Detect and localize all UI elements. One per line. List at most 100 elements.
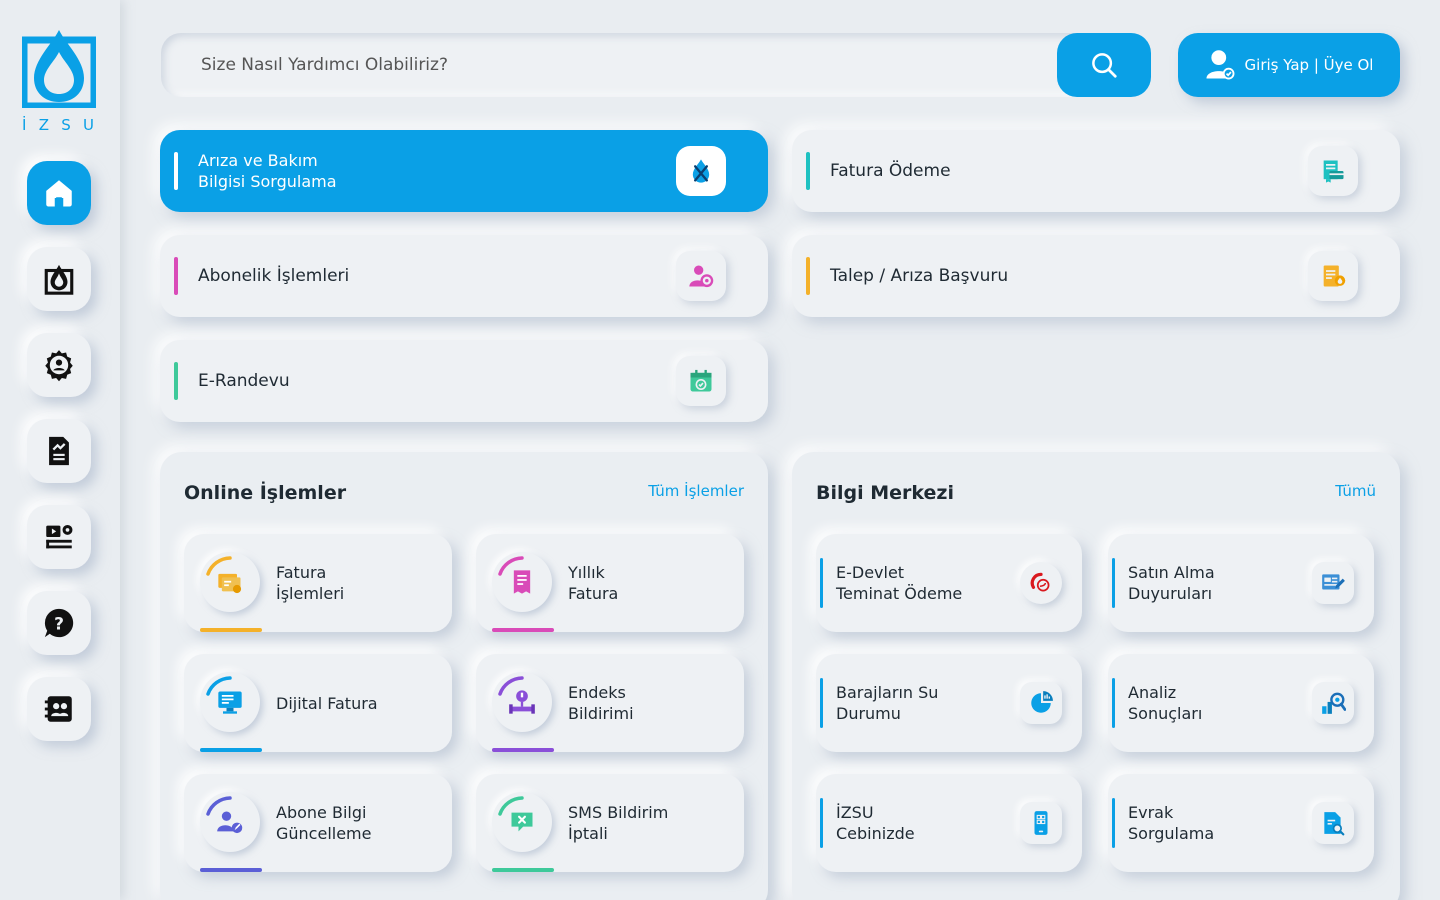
online-tile-subscriber-update[interactable]: Abone Bilgi Güncelleme: [184, 774, 452, 872]
tile-label: Evrak Sorgulama: [1128, 803, 1215, 843]
tile-accent-bar: [820, 798, 823, 848]
tile-label: İZSU Cebinizde: [836, 803, 915, 843]
info-tile-document-query[interactable]: Evrak Sorgulama: [1108, 774, 1374, 872]
tile-accent-bar: [1112, 678, 1115, 728]
quick-subscription[interactable]: Abonelik İşlemleri: [160, 235, 768, 317]
user-icon: [1205, 50, 1234, 80]
search-bar: [161, 33, 1151, 97]
card-accent-bar: [174, 152, 178, 190]
tile-icon-circle: [200, 792, 260, 852]
tile-icon-circle: [492, 552, 552, 612]
mobile-app-icon: [1034, 811, 1048, 835]
user-edit-icon: [217, 811, 243, 834]
online-tile-meter-reading[interactable]: Endeks Bildirimi: [476, 654, 744, 752]
izsu-wordmark: İ Z S U: [22, 116, 96, 134]
digital-invoice-icon: [218, 691, 242, 714]
sidebar-izsu-button[interactable]: [27, 247, 91, 311]
tile-icon-box: [1312, 682, 1354, 724]
pie-chart-icon: [1031, 691, 1053, 713]
izsu-logo-icon: [20, 30, 98, 110]
quick-invoice-payment[interactable]: Fatura Ödeme: [792, 130, 1400, 212]
card-accent-bar: [174, 257, 178, 295]
sms-cancel-icon: [511, 812, 533, 832]
tile-icon-circle: [492, 792, 552, 852]
info-tile-purchase-announcements[interactable]: Satın Alma Duyuruları: [1108, 534, 1374, 632]
info-tile-analysis-results[interactable]: Analiz Sonuçları: [1108, 654, 1374, 752]
tile-icon-box: [1020, 802, 1062, 844]
quick-fault-query[interactable]: Arıza ve Bakım Bilgisi Sorgulama: [160, 130, 768, 212]
purchase-icon: [1322, 574, 1345, 590]
all-info-link[interactable]: Tümü: [1335, 482, 1376, 500]
tile-label: Yıllık Fatura: [568, 563, 619, 603]
tile-underline: [492, 628, 554, 632]
contacts-icon: [44, 696, 72, 722]
online-tile-sms-cancel[interactable]: SMS Bildirim İptali: [476, 774, 744, 872]
tile-icon-box: [1312, 562, 1354, 604]
search-input[interactable]: [181, 33, 1041, 97]
tile-icon-circle: [492, 672, 552, 732]
login-button[interactable]: Giriş Yap | Üye Ol: [1178, 33, 1400, 97]
tile-icon-box: [1020, 682, 1062, 724]
tile-icon-circle: [200, 672, 260, 732]
online-tile-yearly-invoice[interactable]: Yıllık Fatura: [476, 534, 744, 632]
document-search-icon: [1324, 812, 1345, 836]
analysis-icon: [1322, 692, 1346, 714]
tile-label: Analiz Sonuçları: [1128, 683, 1203, 723]
card-icon-box: [1308, 146, 1358, 196]
svg-text:?: ?: [54, 614, 64, 634]
card-label: Abonelik İşlemleri: [198, 265, 350, 286]
info-tile-edevlet-payment[interactable]: E-Devlet Teminat Ödeme: [816, 534, 1082, 632]
tile-label: Abone Bilgi Güncelleme: [276, 803, 372, 843]
panel-title: Online İşlemler: [184, 482, 347, 504]
card-icon-box: [1308, 251, 1358, 301]
izsu-drop-icon: [44, 264, 74, 295]
quick-e-appointment[interactable]: E-Randevu: [160, 340, 768, 422]
sidebar-settings-button[interactable]: [27, 333, 91, 397]
info-tile-izsu-mobile[interactable]: İZSU Cebinizde: [816, 774, 1082, 872]
izsu-logo[interactable]: İ Z S U: [20, 26, 98, 134]
bills-icon: [218, 573, 242, 594]
tile-accent-bar: [820, 678, 823, 728]
card-icon-box: [676, 251, 726, 301]
tile-underline: [492, 868, 554, 872]
tile-underline: [492, 748, 554, 752]
edevlet-icon: [1030, 572, 1050, 592]
report-icon: [49, 436, 69, 466]
meter-icon: [509, 690, 535, 714]
online-tile-digital-invoice[interactable]: Dijital Fatura: [184, 654, 452, 752]
all-services-link[interactable]: Tüm İşlemler: [648, 482, 744, 500]
card-label: Arıza ve Bakım Bilgisi Sorgulama: [198, 151, 337, 191]
logo-letter: Z: [38, 116, 51, 134]
tile-icon-circle: [200, 552, 260, 612]
tile-underline: [200, 748, 262, 752]
login-label: Giriş Yap | Üye Ol: [1244, 56, 1374, 74]
search-button[interactable]: [1057, 33, 1151, 97]
info-tile-dam-status[interactable]: Barajların Su Durumu: [816, 654, 1082, 752]
sidebar-home-button[interactable]: [27, 161, 91, 225]
tile-underline: [200, 868, 262, 872]
card-icon-box: [676, 146, 726, 196]
request-icon: [1323, 265, 1346, 287]
sidebar: İ Z S U ?: [0, 0, 120, 900]
sidebar-reports-button[interactable]: [27, 419, 91, 483]
sidebar-help-button[interactable]: ?: [27, 591, 91, 655]
search-icon: [1092, 53, 1117, 78]
tile-accent-bar: [820, 558, 823, 608]
info-center-panel: Bilgi Merkezi Tümü E-Devlet Teminat Ödem…: [792, 452, 1400, 900]
sidebar-media-button[interactable]: [27, 505, 91, 569]
card-label: E-Randevu: [198, 370, 290, 391]
tile-label: Endeks Bildirimi: [568, 683, 634, 723]
card-label: Talep / Arıza Başvuru: [830, 265, 1009, 286]
tile-underline: [200, 628, 262, 632]
online-tile-bills[interactable]: Fatura İşlemleri: [184, 534, 452, 632]
sidebar-contacts-button[interactable]: [27, 677, 91, 741]
gear-person-icon: [45, 350, 73, 382]
help-icon: ?: [44, 608, 74, 638]
quick-request-application[interactable]: Talep / Arıza Başvuru: [792, 235, 1400, 317]
tile-label: E-Devlet Teminat Ödeme: [836, 563, 963, 603]
card-accent-bar: [174, 362, 178, 400]
tile-label: Dijital Fatura: [276, 693, 378, 713]
logo-letter: İ: [22, 116, 29, 134]
yearly-invoice-icon: [513, 570, 531, 594]
tile-accent-bar: [1112, 558, 1115, 608]
